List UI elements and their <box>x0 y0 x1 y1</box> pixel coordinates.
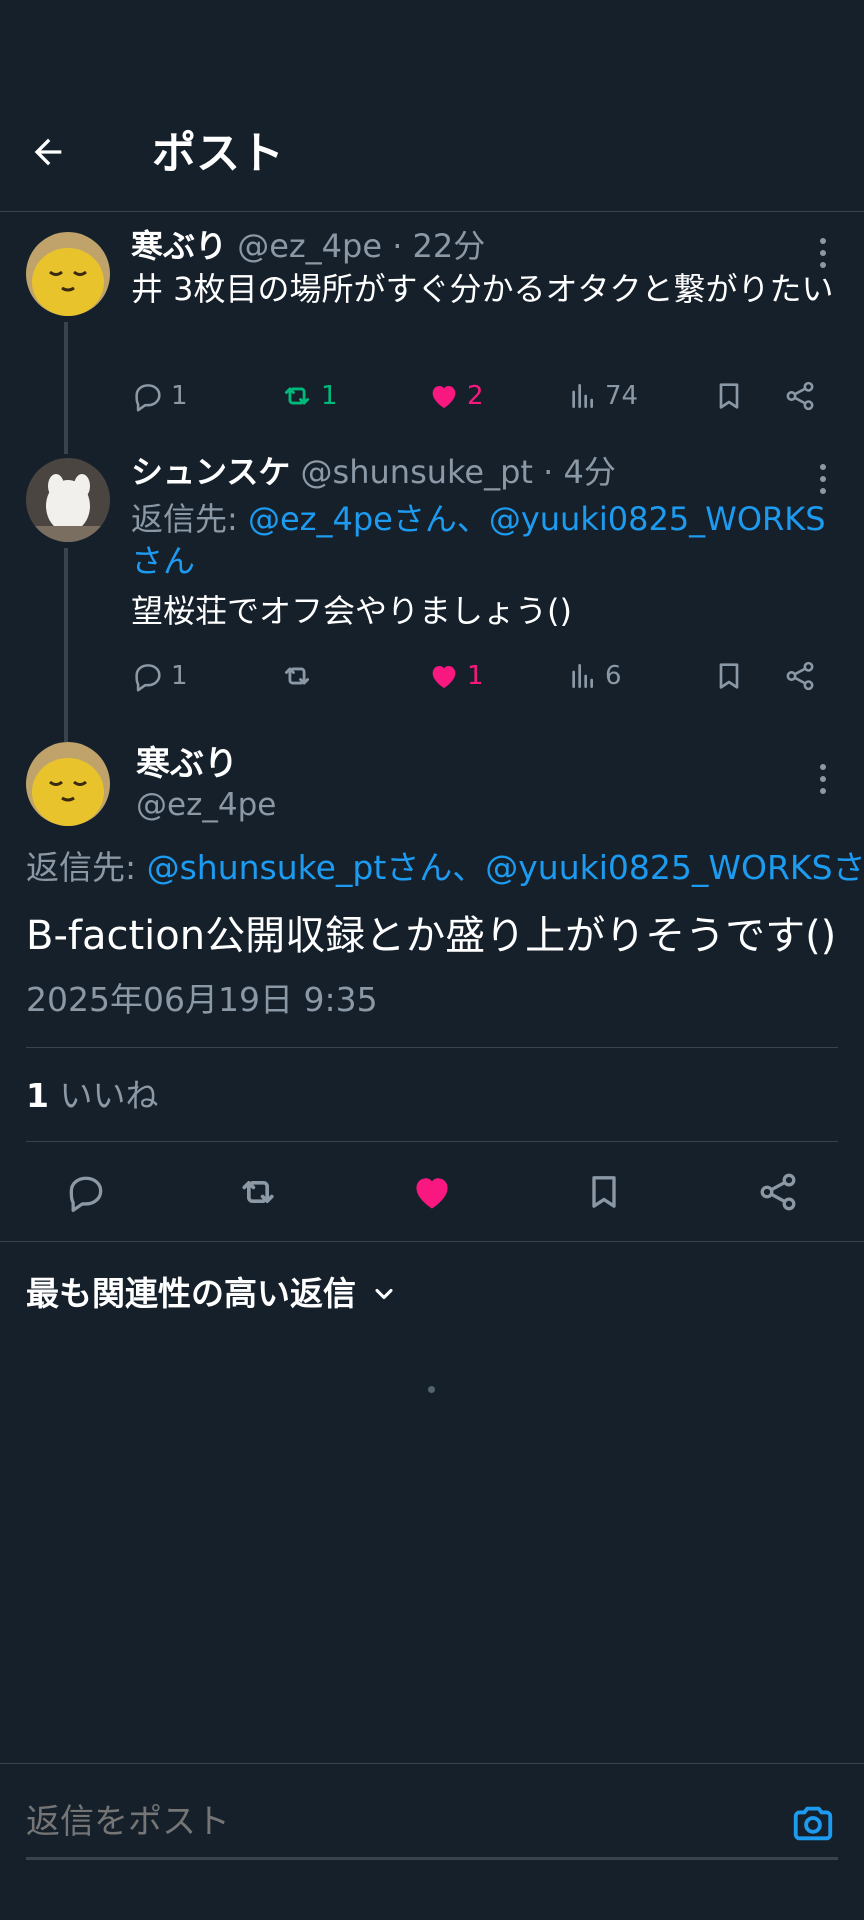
retweet-button[interactable]: 1 <box>279 376 338 416</box>
avatar-yellow-character-icon <box>26 742 110 826</box>
post-actions: 1 1 6 <box>131 656 831 696</box>
retweet-button[interactable] <box>232 1166 284 1218</box>
divider <box>26 1047 838 1048</box>
back-button[interactable] <box>28 126 92 178</box>
post-actions: 1 1 2 74 <box>131 376 831 416</box>
arrow-left-icon <box>34 138 62 166</box>
avatar[interactable] <box>26 742 110 826</box>
author-name[interactable]: シュンスケ <box>131 453 290 491</box>
replies-sort-dropdown[interactable]: 最も関連性の高い返信 <box>26 1272 398 1316</box>
avatar[interactable] <box>26 458 110 542</box>
author-handle[interactable]: @ez_4pe <box>136 784 276 826</box>
section-divider <box>0 1241 864 1242</box>
reply-to-label: 返信先: <box>26 848 147 887</box>
bookmark-icon <box>592 1176 616 1208</box>
heart-filled-icon <box>432 666 456 688</box>
chevron-down-icon <box>375 1288 393 1300</box>
retweet-icon <box>284 667 310 685</box>
reply-input[interactable] <box>26 1796 766 1848</box>
reply-to-label: 返信先: <box>131 500 248 538</box>
reply-button[interactable]: 1 <box>131 656 188 696</box>
bookmark-button[interactable] <box>578 1166 630 1218</box>
post-text: 望桜荘でオフ会やりましょう() <box>131 592 572 630</box>
share-button[interactable] <box>752 1166 804 1218</box>
like-button[interactable]: 2 <box>427 376 484 416</box>
bookmark-button[interactable] <box>713 656 745 696</box>
reply-count: 1 <box>171 661 188 691</box>
bookmark-icon <box>719 663 739 689</box>
bar-chart-icon <box>572 384 593 408</box>
view-count: 74 <box>605 381 639 411</box>
author-handle-time: @ez_4pe · 22分 <box>237 227 486 265</box>
view-count: 6 <box>605 661 622 691</box>
share-button[interactable] <box>783 376 817 416</box>
more-options-button[interactable] <box>816 238 830 268</box>
top-app-bar: ポスト <box>0 0 864 212</box>
likes-summary[interactable]: 1 いいね <box>26 1074 158 1118</box>
post-text: 井 3枚目の場所がすぐ分かるオタクと繋がりたい <box>131 270 834 308</box>
author-name[interactable]: 寒ぶり <box>136 742 238 786</box>
heart-filled-icon <box>432 386 456 408</box>
reply-to-mentions[interactable]: @shunsuke_ptさん、@yuuki0825_WORKSさん <box>147 848 864 887</box>
camera-icon <box>793 1806 833 1841</box>
loading-indicator <box>428 1386 435 1393</box>
author-name[interactable]: 寒ぶり <box>131 227 227 265</box>
reply-icon <box>135 384 161 412</box>
bookmark-icon <box>719 383 739 409</box>
retweet-icon <box>242 1181 274 1203</box>
more-options-button[interactable] <box>816 764 830 794</box>
share-icon <box>786 381 814 411</box>
post-text: B-faction公開収録とか盛り上がりそうです() <box>26 913 837 959</box>
author-handle-time: @shunsuke_pt · 4分 <box>300 453 616 491</box>
views-button[interactable]: 6 <box>567 656 622 696</box>
reply-button[interactable] <box>60 1166 112 1218</box>
avatar-white-cat-icon <box>26 458 110 542</box>
reply-input-underline <box>26 1857 838 1860</box>
post-header: シュンスケ @shunsuke_pt · 4分 <box>131 452 616 492</box>
like-button[interactable] <box>406 1166 458 1218</box>
thread-connector <box>64 548 68 742</box>
reply-icon <box>69 1176 103 1212</box>
reply-to-line: 返信先: @shunsuke_ptさん、@yuuki0825_WORKSさん <box>26 846 864 890</box>
reply-button[interactable]: 1 <box>131 376 188 416</box>
reply-icon <box>135 664 161 692</box>
bookmark-button[interactable] <box>713 376 745 416</box>
reply-composer <box>0 1763 864 1920</box>
share-icon <box>786 661 814 691</box>
divider <box>26 1141 838 1142</box>
retweet-icon <box>284 387 310 405</box>
reply-count: 1 <box>171 381 188 411</box>
views-button[interactable]: 74 <box>567 376 638 416</box>
like-button[interactable]: 1 <box>427 656 484 696</box>
main-post-actions <box>0 1162 864 1222</box>
replies-sort-label: 最も関連性の高い返信 <box>26 1274 356 1313</box>
more-options-button[interactable] <box>816 464 830 494</box>
heart-filled-icon <box>416 1178 448 1209</box>
share-icon <box>760 1173 796 1211</box>
avatar-yellow-character-icon <box>26 232 110 316</box>
reply-to-line: 返信先: @ez_4peさん、@yuuki0825_WORKSさん <box>131 498 841 582</box>
bar-chart-icon <box>572 664 593 688</box>
like-count: 2 <box>467 381 484 411</box>
like-count: 1 <box>467 661 484 691</box>
retweet-count: 1 <box>321 381 338 411</box>
camera-button[interactable] <box>790 1800 836 1846</box>
post-header: 寒ぶり @ez_4pe · 22分 <box>131 226 485 266</box>
like-total: 1 <box>26 1076 49 1115</box>
like-label: いいね <box>48 1076 159 1115</box>
page-title: ポスト <box>152 128 284 179</box>
share-button[interactable] <box>783 656 817 696</box>
thread-connector <box>64 322 68 454</box>
retweet-button[interactable] <box>279 656 315 696</box>
avatar[interactable] <box>26 232 110 316</box>
post-timestamp: 2025年06月19日 9:35 <box>26 980 378 1019</box>
